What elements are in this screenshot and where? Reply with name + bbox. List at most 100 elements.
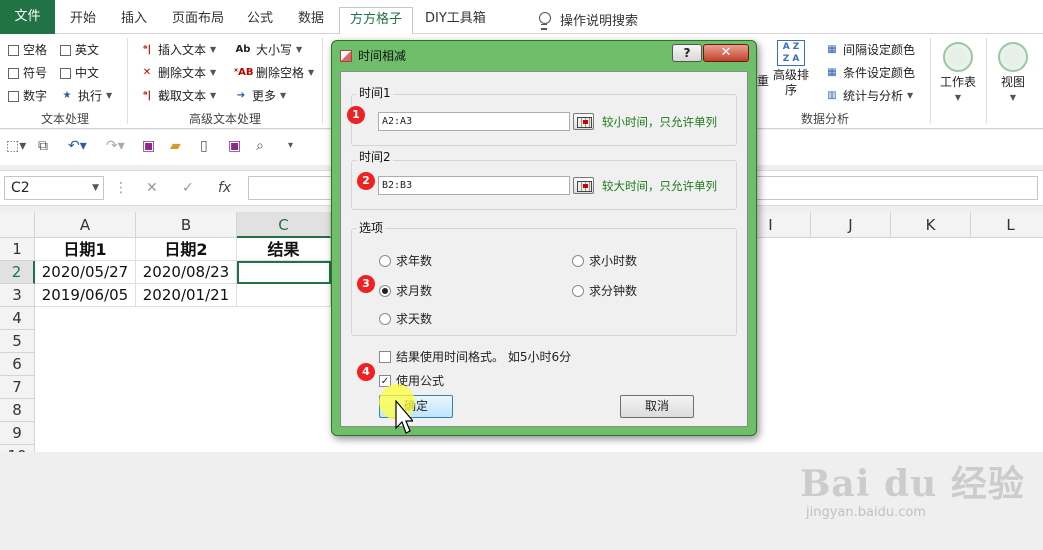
check-label: 结果使用时间格式。 如5小时6分 [396,350,572,364]
time2-hint: 较大时间，只允许单列 [602,179,717,193]
check-number[interactable]: 数字 [8,86,47,106]
row-header-10[interactable]: 10 [0,445,35,452]
enter-icon[interactable]: ✓ [182,180,194,196]
check-space[interactable]: 空格 [8,40,47,60]
delete-space-button[interactable]: ˣAB 删除空格 ▼ [234,63,314,83]
name-box[interactable]: C2 ▼ [4,176,104,200]
radio-days[interactable]: 求天数 [379,310,432,327]
save-as-icon[interactable]: ▣ [228,138,241,154]
tab-insert[interactable]: 插入 [111,7,157,33]
tab-home[interactable]: 开始 [60,7,106,33]
radio-minutes[interactable]: 求分钟数 [572,282,637,299]
insert-text-button[interactable]: ᵃ| 插入文本 ▼ [140,40,216,60]
view-button[interactable]: 视图 ▼ [993,42,1033,105]
column-header-l[interactable]: L [971,212,1043,238]
tab-file[interactable]: 文件 [0,0,55,34]
check-english[interactable]: 英文 [60,40,99,60]
range-picker-icon[interactable] [573,177,594,194]
row-header-7[interactable]: 7 [0,376,35,399]
radio-years[interactable]: 求年数 [379,252,432,269]
time1-input[interactable]: A2:A3 [378,112,570,131]
cancel-icon[interactable]: ✕ [146,180,158,196]
radio-hours[interactable]: 求小时数 [572,252,637,269]
arrow-right-icon: ➔ [236,90,246,101]
check-time-format[interactable]: 结果使用时间格式。 如5小时6分 [379,348,571,365]
cell-c1[interactable]: 结果 [237,238,331,261]
stats-analysis-button[interactable]: ▥ 统计与分析 ▼ [825,86,913,106]
tab-page-layout[interactable]: 页面布局 [162,7,234,33]
interval-color-button[interactable]: ▦ 间隔设定颜色 [825,40,915,60]
case-button[interactable]: Ab 大小写 ▼ [234,40,303,60]
check-symbol[interactable]: 符号 [8,63,47,83]
execute-button[interactable]: ★ 执行 ▼ [60,86,113,106]
cell-b3[interactable]: 2020/01/21 [136,284,237,307]
close-button[interactable]: ✕ [703,44,749,62]
more-button[interactable]: ➔ 更多 ▼ [234,86,286,106]
print-preview-icon[interactable]: ⌕ [256,138,264,154]
chevron-down-icon: ▼ [210,45,217,54]
case-label: 大小写 [256,43,293,57]
undo-icon[interactable]: ↶▾ [68,138,87,154]
cell-c3[interactable] [237,284,331,307]
row-header-4[interactable]: 4 [0,307,35,330]
check-label: 符号 [23,66,48,80]
range-picker-icon[interactable] [573,113,594,130]
delete-space-icon: ˣAB [234,67,254,78]
column-header-j[interactable]: J [811,212,891,238]
row-header-1[interactable]: 1 [0,238,35,261]
customize-qat-icon[interactable]: ▾ [288,140,293,151]
mouse-pointer-icon [395,400,413,434]
tab-fangfang[interactable]: 方方格子 [339,7,414,35]
time2-input[interactable]: B2:B3 [378,176,570,195]
column-header-c[interactable]: C [237,212,331,238]
cell-a1[interactable]: 日期1 [35,238,136,261]
radio-months[interactable]: 求月数 [379,282,432,299]
delete-text-icon: ✕ [142,67,152,78]
row-header-5[interactable]: 5 [0,330,35,353]
save-icon[interactable]: ▣ [142,138,155,154]
row-header-3[interactable]: 3 [0,284,35,307]
column-header-a[interactable]: A [35,212,136,238]
group-label-text: 数据分析 [800,112,849,126]
watermark-url: jingyan.baidu.com [806,505,926,520]
delete-text-button[interactable]: ✕ 删除文本 ▼ [140,63,216,83]
cell-b1[interactable]: 日期2 [136,238,237,261]
cut-text-button[interactable]: ᵃ| 截取文本 ▼ [140,86,216,106]
open-folder-icon[interactable]: ▰ [170,138,181,154]
check-chinese[interactable]: 中文 [60,63,99,83]
row-header-6[interactable]: 6 [0,353,35,376]
check-label: 数字 [23,89,48,103]
tab-diy-toolbox[interactable]: DIY工具箱 [415,7,496,33]
row-header-9[interactable]: 9 [0,422,35,445]
row-header-8[interactable]: 8 [0,399,35,422]
radio-label: 求小时数 [589,254,638,268]
step-badge-3: 3 [357,275,375,293]
grid-icon[interactable]: ⬚▾ [6,138,26,154]
cell-a2[interactable]: 2020/05/27 [35,261,136,284]
chevron-down-icon: ▼ [280,91,287,100]
cell-c2-active[interactable] [237,261,331,284]
tab-data[interactable]: 数据 [288,7,334,33]
tell-me-search[interactable]: 操作说明搜索 [538,10,638,30]
condition-color-button[interactable]: ▦ 条件设定颜色 [825,63,915,83]
column-header-b[interactable]: B [136,212,237,238]
cell-b2[interactable]: 2020/08/23 [136,261,237,284]
copy-icon[interactable]: ⧉ [38,138,48,154]
redo-icon[interactable]: ↷▾ [106,138,125,154]
duplicate-button[interactable]: 重 [756,74,770,89]
insert-function-icon[interactable]: fx [218,180,231,196]
app-icon [340,50,352,62]
advanced-sort-button[interactable]: A ZZ A 高级排序 [770,40,812,98]
cell-a3[interactable]: 2019/06/05 [35,284,136,307]
cancel-button[interactable]: 取消 [620,395,694,418]
dialog-titlebar: 时间相减 [340,46,406,66]
select-all-corner[interactable] [0,212,35,238]
chevron-down-icon: ▼ [92,183,99,193]
worksheet-button[interactable]: 工作表 ▼ [938,42,978,105]
new-file-icon[interactable]: ▯ [200,138,208,154]
time2-label: 时间2 [357,148,393,165]
column-header-k[interactable]: K [891,212,971,238]
tab-formulas[interactable]: 公式 [237,7,283,33]
help-button[interactable]: ? [672,44,702,62]
row-header-2[interactable]: 2 [0,261,35,284]
